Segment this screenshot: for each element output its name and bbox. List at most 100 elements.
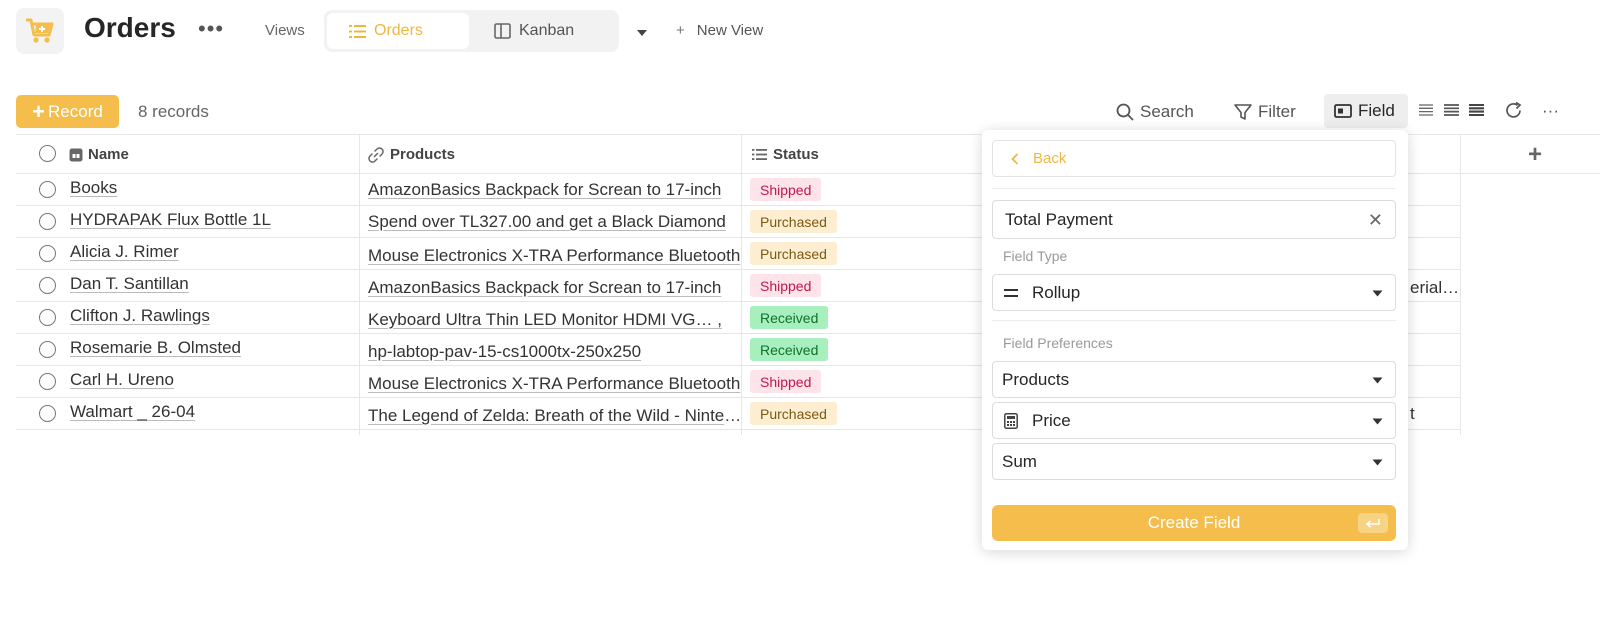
tab-kanban-label: Kanban [519,22,575,39]
plus-icon: + [676,22,685,39]
hidden-column-cell[interactable]: t [1410,404,1415,424]
target-field-value: Price [1032,410,1071,430]
field-button[interactable]: Field [1324,94,1408,128]
column-divider [1460,134,1461,435]
aggregation-select[interactable]: Sum [992,443,1396,480]
hidden-column-cell[interactable]: erial… [1410,278,1459,298]
row-checkbox[interactable] [39,405,56,422]
products-cell[interactable]: AmazonBasics Backpack for Screan to 17-i… [368,278,748,298]
name-cell[interactable]: Walmart _ 26-04 [70,402,195,422]
field-type-select[interactable]: Rollup [992,274,1396,311]
field-name-value: Total Payment [1005,209,1113,229]
status-badge[interactable]: Received [750,338,829,361]
chevron-left-icon [1011,152,1019,165]
status-badge[interactable]: Purchased [750,210,837,233]
field-label: Field [1358,101,1395,120]
records-count: 8 records [138,102,209,121]
column-label: Name [88,146,129,163]
products-cell[interactable]: hp-labtop-pav-15-cs1000tx-250x250 [368,342,748,362]
products-cell[interactable]: Keyboard Ultra Thin LED Monitor HDMI VG…… [368,310,748,330]
field-icon [1334,104,1352,118]
refresh-icon[interactable] [1504,101,1523,125]
create-field-label: Create Field [1147,513,1241,532]
link-field-select[interactable]: Products [992,361,1396,398]
list-icon [349,24,366,38]
create-field-button[interactable]: Create Field [992,505,1396,541]
tab-orders-label: Orders [374,22,423,39]
link-icon [368,146,384,163]
row-height-tall-icon[interactable] [1468,103,1485,122]
more-options-icon[interactable]: ··· [1542,101,1559,121]
status-badge[interactable]: Shipped [750,274,822,297]
row-checkbox[interactable] [39,309,56,326]
divider [992,188,1396,189]
row-checkbox[interactable] [39,245,56,262]
field-type-label: Field Type [1003,248,1068,264]
row-checkbox[interactable] [39,181,56,198]
add-column-button[interactable]: + [1528,141,1542,169]
aggregation-value: Sum [1002,451,1037,471]
column-label: Products [390,146,456,163]
kanban-icon [494,23,511,39]
products-cell[interactable]: AmazonBasics Backpack for Screan to 17-i… [368,180,748,200]
add-record-button[interactable]: + Record [16,95,119,128]
column-header-products[interactable]: Products [368,135,455,174]
name-cell[interactable]: Rosemarie B. Olmsted [70,338,241,358]
column-header-name[interactable]: Name [69,135,129,174]
field-name-input[interactable]: Total Payment ✕ [992,200,1396,239]
tab-orders[interactable]: Orders [327,13,469,49]
products-cell[interactable]: Mouse Electronics X-TRA Performance Blue… [368,246,748,266]
divider [992,320,1396,321]
status-badge[interactable]: Shipped [750,178,822,201]
tab-kanban[interactable]: Kanban [472,13,612,49]
field-type-value: Rollup [1032,282,1081,302]
status-badge[interactable]: Received [750,306,829,329]
status-badge[interactable]: Shipped [750,370,822,393]
field-preferences-label: Field Preferences [1003,335,1113,351]
row-height-compact-icon[interactable] [1418,103,1434,122]
status-badge[interactable]: Purchased [750,402,837,425]
search-label: Search [1140,102,1194,121]
filter-button[interactable]: Filter [1234,102,1296,122]
products-cell[interactable]: Spend over TL327.00 and get a Black Diam… [368,212,748,232]
name-field-icon [69,148,83,161]
row-checkbox[interactable] [39,373,56,390]
link-field-value: Products [1002,369,1070,389]
caret-down-icon [1372,459,1383,466]
enter-key-icon [1358,513,1388,533]
row-checkbox[interactable] [39,277,56,294]
ellipsis-icon[interactable]: ••• [198,16,224,42]
products-cell[interactable]: The Legend of Zelda: Breath of the Wild … [368,406,748,426]
app-icon [16,8,64,54]
calculator-icon [1004,412,1018,429]
caret-down-icon [1372,377,1383,384]
target-field-select[interactable]: Price [992,402,1396,439]
name-cell[interactable]: Books [70,178,117,198]
field-config-panel: Back Total Payment ✕ Field Type Rollup F… [982,130,1408,550]
back-label: Back [1033,150,1067,167]
name-cell[interactable]: Alicia J. Rimer [70,242,179,262]
filter-label: Filter [1258,102,1296,121]
new-view-label: New View [696,22,764,39]
status-badge[interactable]: Purchased [750,242,837,265]
caret-down-icon [1372,418,1383,425]
products-cell[interactable]: Mouse Electronics X-TRA Performance Blue… [368,374,748,394]
search-icon [1116,103,1134,121]
row-height-medium-icon[interactable] [1443,103,1460,122]
views-label: Views [265,22,305,39]
select-all-checkbox[interactable] [39,145,56,162]
new-view-button[interactable]: + New View [676,22,763,39]
column-label: Status [773,146,819,163]
column-header-status[interactable]: Status [752,135,819,174]
caret-down-icon [637,30,647,36]
name-cell[interactable]: HYDRAPAK Flux Bottle 1L [70,210,271,230]
views-dropdown-button[interactable] [636,24,648,42]
row-checkbox[interactable] [39,213,56,230]
name-cell[interactable]: Clifton J. Rawlings [70,306,210,326]
search-button[interactable]: Search [1116,102,1194,122]
name-cell[interactable]: Carl H. Ureno [70,370,174,390]
clear-icon[interactable]: ✕ [1368,210,1383,231]
name-cell[interactable]: Dan T. Santillan [70,274,189,294]
back-button[interactable]: Back [992,140,1396,177]
row-checkbox[interactable] [39,341,56,358]
